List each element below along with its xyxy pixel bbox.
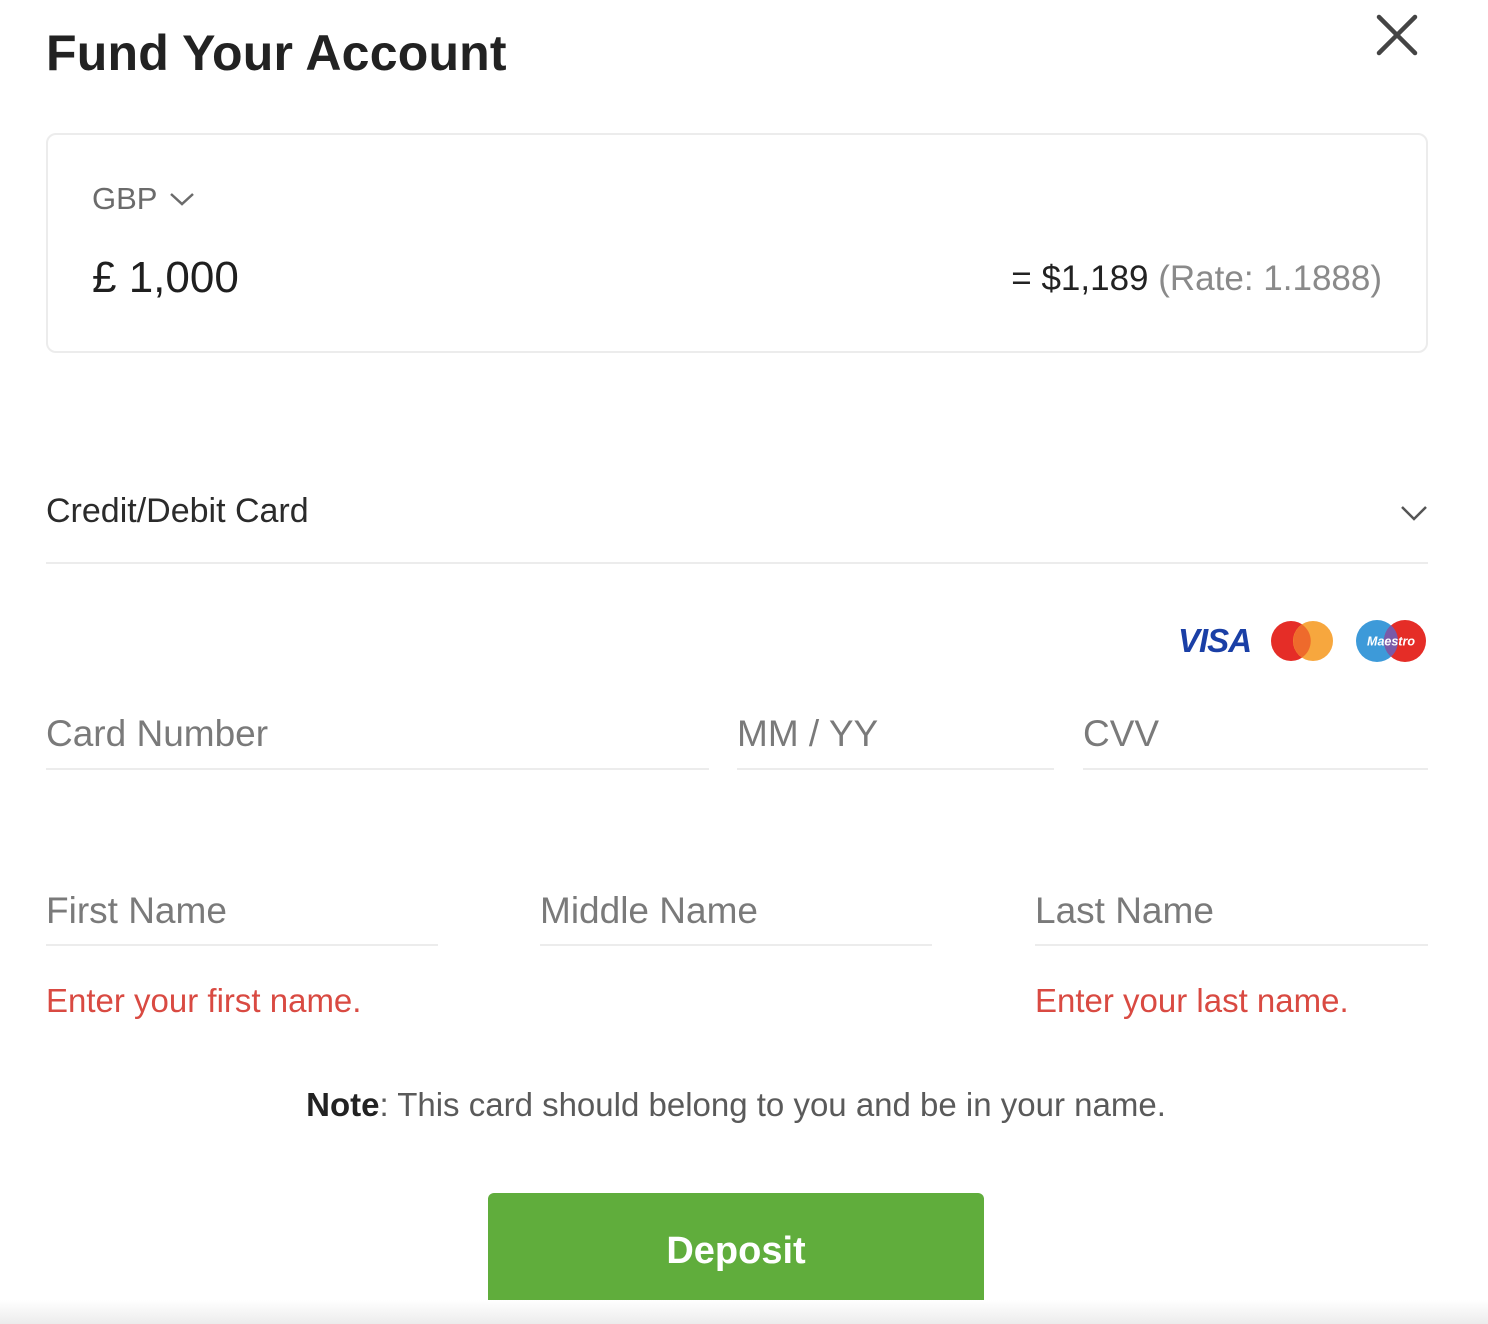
chevron-down-icon	[1401, 506, 1427, 521]
currency-selector[interactable]: GBP	[92, 181, 195, 217]
currency-label: GBP	[92, 181, 158, 216]
deposit-button[interactable]: Deposit	[488, 1193, 984, 1309]
exchange-rate: (Rate: 1.1888)	[1158, 259, 1382, 298]
expiry-input[interactable]	[737, 700, 1054, 768]
visa-logo: VISA	[1178, 622, 1252, 659]
bottom-shadow	[0, 1300, 1488, 1324]
last-name-field[interactable]	[1035, 878, 1428, 946]
amount-value[interactable]: £ 1,000	[92, 253, 239, 303]
maestro-logo-text: Maestro	[1367, 635, 1415, 649]
page-title: Fund Your Account	[46, 25, 507, 81]
conversion-info: = $1,189 (Rate: 1.1888)	[1011, 259, 1382, 299]
ownership-note: Note: This card should belong to you and…	[0, 1086, 1472, 1124]
first-name-field[interactable]	[46, 878, 438, 946]
close-button[interactable]	[1372, 10, 1422, 60]
card-brand-logos: VISA Maestro	[1178, 616, 1429, 666]
note-text: : This card should belong to you and be …	[379, 1086, 1166, 1123]
card-number-field[interactable]	[46, 700, 709, 770]
middle-name-field[interactable]	[540, 878, 932, 946]
card-number-input[interactable]	[46, 700, 709, 768]
last-name-error: Enter your last name.	[1035, 982, 1349, 1019]
close-icon	[1376, 14, 1418, 56]
payment-method-label: Credit/Debit Card	[46, 492, 309, 530]
cvv-input[interactable]	[1083, 700, 1428, 768]
amount-panel: GBP £ 1,000 = $1,189 (Rate: 1.1888)	[46, 133, 1428, 353]
converted-amount: = $1,189	[1011, 259, 1149, 298]
expiry-field[interactable]	[737, 700, 1054, 770]
maestro-logo-icon: Maestro	[1356, 620, 1427, 662]
chevron-down-icon	[170, 193, 195, 206]
last-name-input[interactable]	[1035, 878, 1428, 944]
note-label: Note	[306, 1086, 380, 1123]
mastercard-logo-icon	[1271, 621, 1334, 661]
first-name-error: Enter your first name.	[46, 982, 362, 1019]
payment-method-selector[interactable]: Credit/Debit Card	[46, 468, 1428, 564]
middle-name-input[interactable]	[540, 878, 932, 944]
cvv-field[interactable]	[1083, 700, 1428, 770]
first-name-input[interactable]	[46, 878, 438, 944]
